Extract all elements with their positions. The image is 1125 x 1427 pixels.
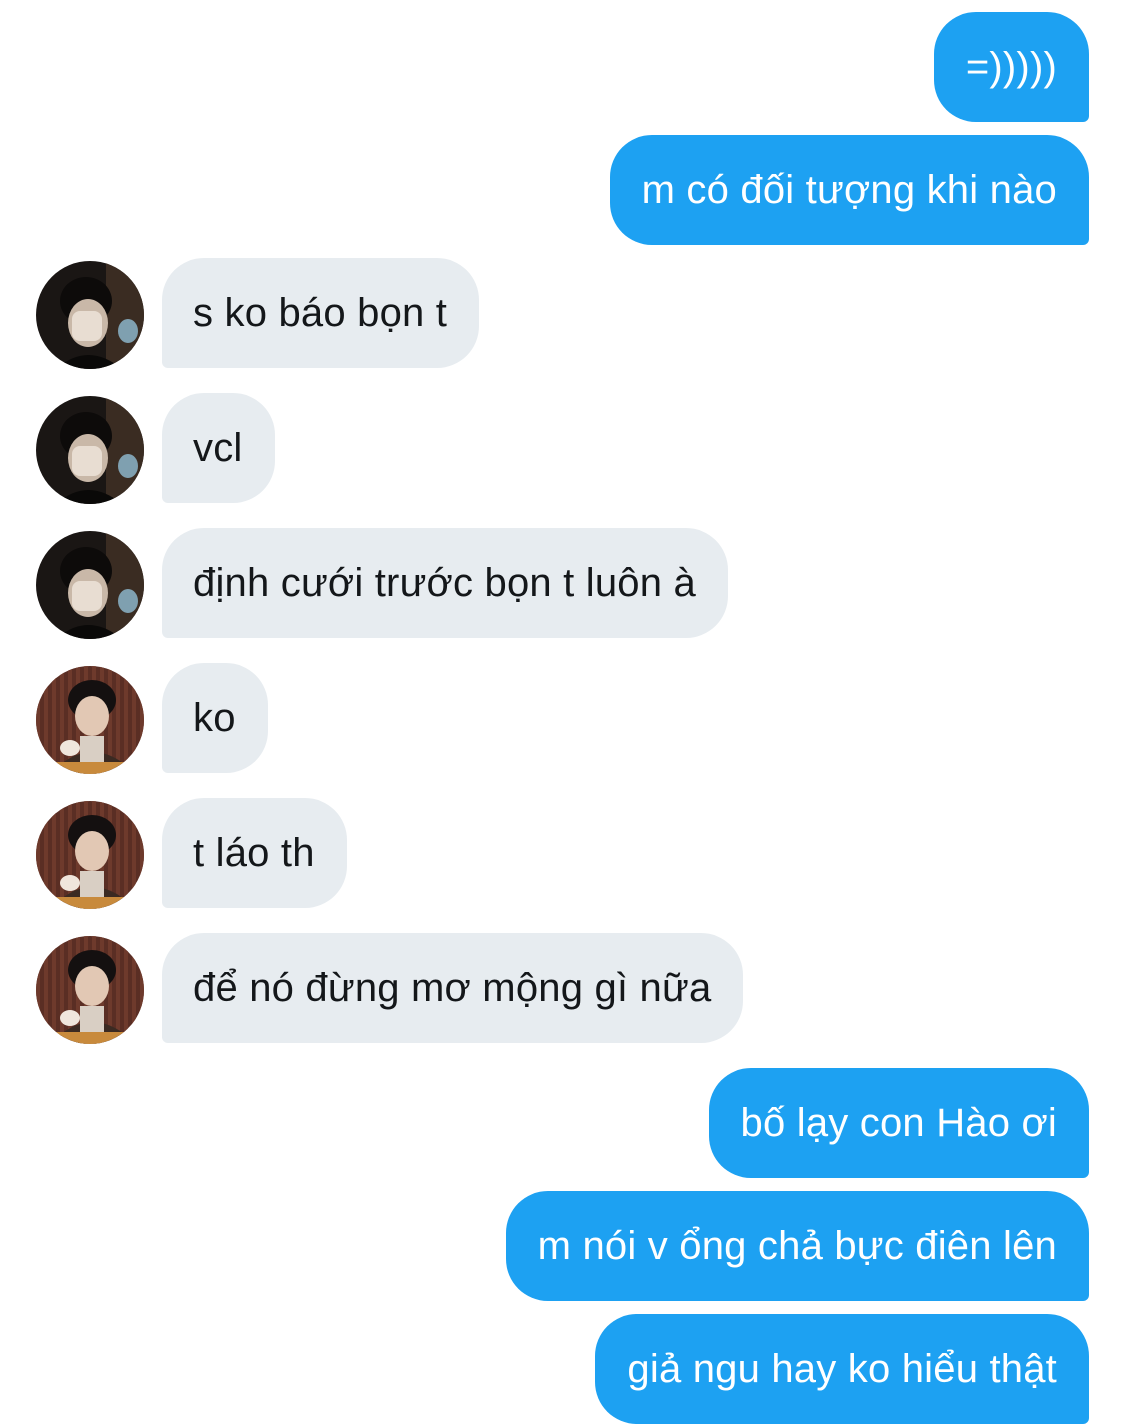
message-incoming[interactable]: s ko báo bọn t — [162, 258, 480, 368]
message-text: bố lạy con Hào ơi — [740, 1100, 1057, 1145]
avatar[interactable] — [36, 531, 144, 639]
message-text: giả ngu hay ko hiểu thật — [627, 1346, 1057, 1391]
avatar[interactable] — [36, 936, 144, 1044]
avatar[interactable] — [36, 666, 144, 774]
message-incoming[interactable]: định cưới trước bọn t luôn à — [162, 528, 728, 638]
message-outgoing[interactable]: giả ngu hay ko hiểu thật — [595, 1314, 1089, 1424]
avatar-b-image — [36, 936, 144, 1044]
message-incoming[interactable]: vcl — [162, 393, 275, 503]
message-text: t láo th — [193, 830, 315, 875]
message-text: định cưới trước bọn t luôn à — [193, 560, 696, 605]
message-incoming[interactable]: ko — [162, 663, 268, 773]
message-text: vcl — [193, 425, 243, 470]
message-outgoing[interactable]: bố lạy con Hào ơi — [708, 1068, 1089, 1178]
message-outgoing[interactable]: =))))) — [933, 12, 1089, 122]
message-text: m có đối tượng khi nào — [641, 167, 1057, 212]
avatar-b-image — [36, 666, 144, 774]
message-text: ko — [193, 695, 236, 740]
message-text: s ko báo bọn t — [193, 290, 448, 335]
message-text: =))))) — [965, 44, 1057, 89]
message-outgoing[interactable]: m có đối tượng khi nào — [609, 135, 1089, 245]
avatar-a-image — [36, 261, 144, 369]
avatar[interactable] — [36, 801, 144, 909]
message-text: m nói v ổng chả bực điên lên — [537, 1223, 1057, 1268]
avatar[interactable] — [36, 396, 144, 504]
message-incoming[interactable]: t láo th — [162, 798, 347, 908]
message-text: để nó đừng mơ mộng gì nữa — [193, 965, 712, 1010]
avatar[interactable] — [36, 261, 144, 369]
avatar-a-image — [36, 396, 144, 504]
message-outgoing[interactable]: m nói v ổng chả bực điên lên — [505, 1191, 1089, 1301]
avatar-b-image — [36, 801, 144, 909]
avatar-a-image — [36, 531, 144, 639]
message-incoming[interactable]: để nó đừng mơ mộng gì nữa — [162, 933, 744, 1043]
